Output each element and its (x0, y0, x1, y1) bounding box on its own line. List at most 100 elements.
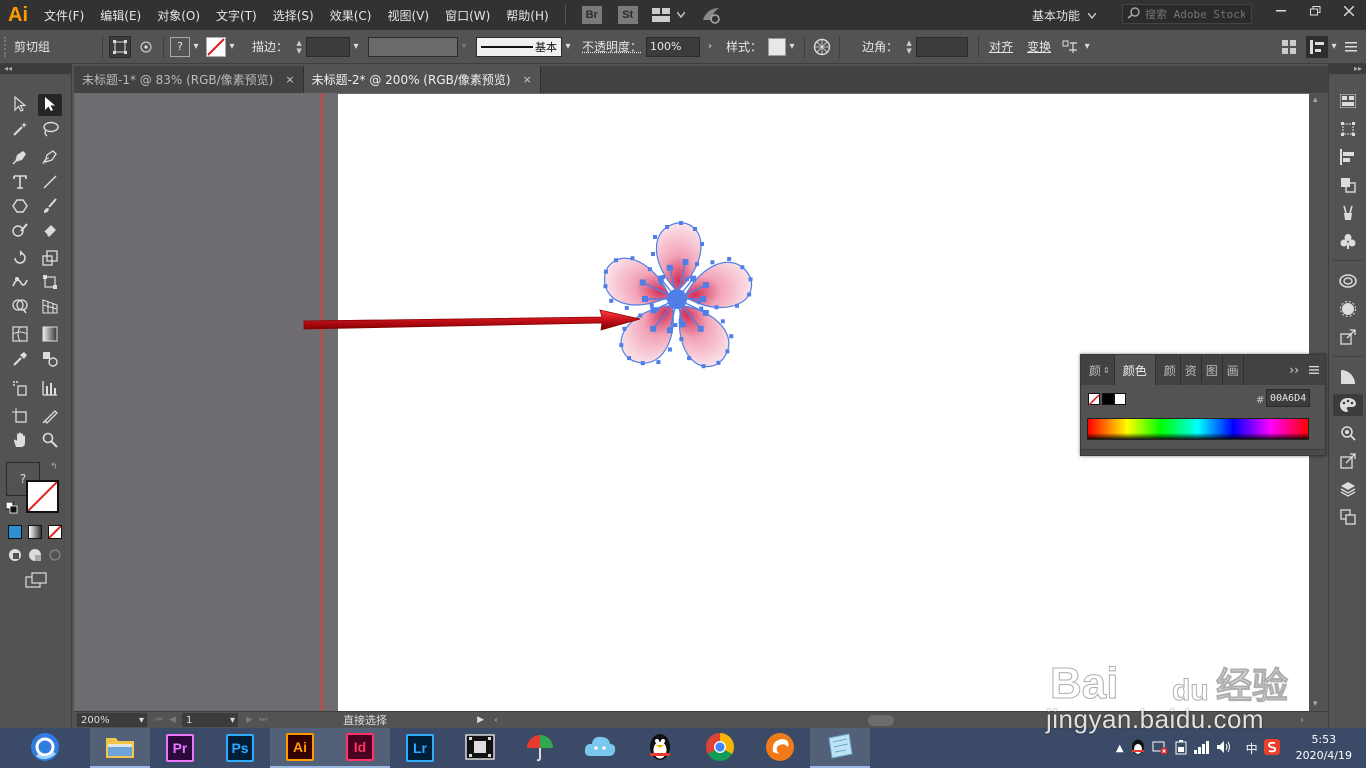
chevron-down-icon[interactable]: ▾ (226, 41, 238, 52)
perspective-grid-tool[interactable] (38, 296, 62, 318)
free-transform-tool[interactable] (38, 272, 62, 294)
bridge-button[interactable]: Br (581, 6, 602, 24)
line-segment-tool[interactable] (38, 172, 62, 194)
eyedropper-tool[interactable] (8, 349, 32, 371)
panel-menu-icon[interactable] (1340, 36, 1362, 58)
fill-swatch[interactable]: ? (170, 36, 191, 57)
minimize-button[interactable] (1264, 0, 1298, 22)
menu-help[interactable]: 帮助(H) (498, 0, 556, 30)
opacity-label[interactable]: 不透明度： (578, 38, 646, 55)
color-spectrum[interactable] (1087, 418, 1309, 440)
chevron-down-icon[interactable]: ▾ (350, 41, 362, 52)
chevron-down-icon[interactable]: ▾ (562, 41, 574, 52)
scroll-left-icon[interactable]: ‹ (494, 715, 498, 726)
chevron-down-icon[interactable]: ▾ (458, 41, 470, 52)
pen-tool[interactable] (8, 147, 32, 169)
restore-button[interactable] (1298, 0, 1332, 22)
last-artboard-icon[interactable]: ⏭ (259, 715, 267, 725)
menu-effect[interactable]: 效果(C) (322, 0, 380, 30)
screen-mode-icon[interactable] (24, 572, 48, 590)
qq-tray-icon[interactable] (1130, 738, 1146, 759)
status-menu-icon[interactable]: ▶ (477, 715, 484, 725)
taskbar-illustrator[interactable]: Ai (270, 728, 330, 768)
tab-document-1[interactable]: 未标题-1* @ 83% (RGB/像素预览) × (74, 66, 304, 93)
mesh-tool[interactable] (8, 324, 32, 346)
first-artboard-icon[interactable]: ⏮ (155, 715, 163, 725)
none-swatch[interactable] (1088, 393, 1100, 406)
stock-button[interactable]: St (617, 6, 638, 24)
taskbar-premiere[interactable]: Pr (150, 728, 210, 768)
signal-icon[interactable] (1193, 740, 1210, 757)
arrange-documents-icon[interactable] (650, 4, 672, 26)
align-panel-icon[interactable] (1337, 146, 1359, 168)
chevron-down-icon[interactable]: ▾ (786, 41, 798, 52)
taskbar-chrome[interactable] (690, 728, 750, 768)
panel-menu-icon[interactable] (1309, 363, 1319, 377)
tab-artboards[interactable]: 画 (1223, 355, 1244, 385)
chevron-down-icon[interactable]: ▾ (1328, 41, 1340, 52)
battery-icon[interactable] (1174, 739, 1188, 758)
curvature-tool[interactable] (38, 147, 62, 169)
selection-tool[interactable] (8, 94, 32, 116)
shaper-tool[interactable] (8, 220, 32, 242)
taskbar-cloud-app[interactable] (570, 728, 630, 768)
default-colors-icon[interactable] (5, 501, 18, 514)
tools-panel-header[interactable]: ◂◂ (0, 64, 71, 74)
eraser-tool[interactable] (38, 220, 62, 242)
direct-selection-tool[interactable] (38, 94, 62, 116)
arrange-panels-icon[interactable] (1278, 36, 1300, 58)
type-tool[interactable] (8, 172, 32, 194)
gradient-tool[interactable] (38, 324, 62, 346)
workspace-switcher[interactable]: 基本功能 (1026, 4, 1102, 26)
magic-wand-tool[interactable] (8, 119, 32, 141)
control-panel-options-icon[interactable] (1306, 35, 1328, 58)
menu-select[interactable]: 选择(S) (265, 0, 322, 30)
clock[interactable]: 5:53 2020/4/19 (1296, 732, 1352, 764)
cc-libraries-panel-icon[interactable] (1337, 270, 1359, 292)
gradient-mode-button[interactable] (28, 525, 42, 539)
black-swatch[interactable] (1102, 393, 1114, 405)
scroll-down-icon[interactable]: ▾ (1313, 699, 1318, 709)
gpu-performance-icon[interactable] (700, 4, 722, 26)
dock-header[interactable]: ▸▸ (1329, 64, 1366, 74)
transform-panel-icon[interactable] (1337, 118, 1359, 140)
brush-definition-field[interactable]: 基本 (476, 36, 563, 57)
white-swatch[interactable] (1114, 393, 1126, 405)
lasso-tool[interactable] (38, 119, 62, 141)
taskbar-notes-app[interactable] (810, 728, 870, 768)
asset-export-panel-icon[interactable] (1337, 326, 1359, 348)
brushes-panel-icon[interactable] (1337, 202, 1359, 224)
shape-builder-tool[interactable] (8, 296, 32, 318)
draw-normal-icon[interactable] (8, 548, 22, 562)
zoom-select[interactable]: 200% ▾ (77, 713, 147, 727)
export-panel-icon[interactable] (1337, 450, 1359, 472)
taskbar-swirl-app[interactable] (750, 728, 810, 768)
symbols-panel-icon[interactable] (1337, 230, 1359, 252)
close-icon[interactable]: × (285, 73, 294, 86)
scale-tool[interactable] (38, 248, 62, 270)
paintbrush-tool[interactable] (38, 196, 62, 218)
color-guide-panel-icon[interactable] (1337, 422, 1359, 444)
zoom-tool[interactable] (38, 430, 62, 452)
pathfinder-panel-icon[interactable] (1337, 174, 1359, 196)
menu-edit[interactable]: 编辑(E) (92, 0, 149, 30)
menu-view[interactable]: 视图(V) (379, 0, 437, 30)
tab-asset-export[interactable]: 资 (1181, 355, 1202, 385)
taskbar-photoshop[interactable]: Ps (210, 728, 270, 768)
rotate-tool[interactable] (8, 248, 32, 270)
tab-color-themes[interactable]: 颜 (1156, 355, 1181, 385)
transform-options-icon[interactable] (1059, 36, 1081, 58)
warp-tool[interactable] (8, 272, 32, 294)
previous-artboard-icon[interactable]: ◀ (169, 715, 176, 725)
taskbar-browser[interactable] (0, 728, 90, 768)
taskbar-indesign[interactable]: Id (330, 728, 390, 768)
slice-tool[interactable] (38, 406, 62, 428)
appearance-panel-icon[interactable] (1337, 298, 1359, 320)
properties-panel-icon[interactable] (1337, 90, 1359, 112)
symbol-sprayer-tool[interactable] (8, 378, 32, 400)
next-artboard-icon[interactable]: ▶ (246, 715, 253, 725)
reference-point-icon[interactable] (135, 36, 157, 58)
chevron-right-icon[interactable]: › (704, 41, 716, 52)
draw-inside-icon[interactable] (48, 548, 62, 562)
tab-color[interactable]: 颜色 (1114, 355, 1156, 385)
